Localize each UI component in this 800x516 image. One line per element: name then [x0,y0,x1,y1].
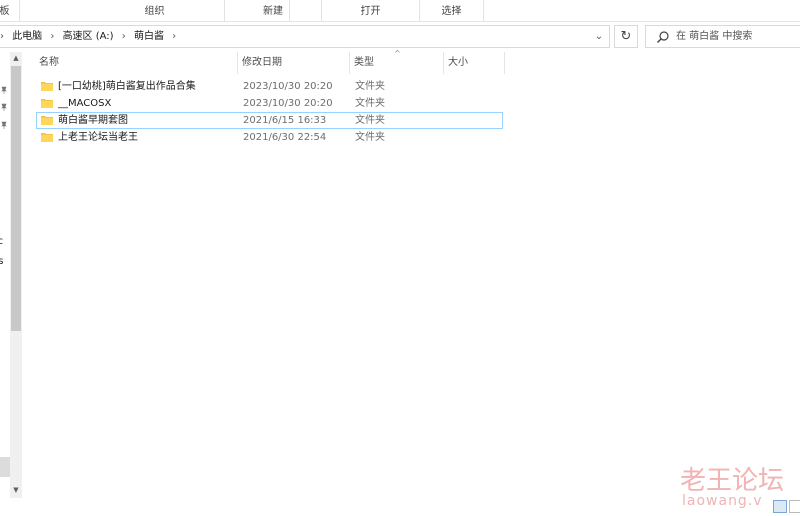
file-row[interactable]: 上老王论坛当老王 2021/6/30 22:54 文件夹 [36,129,503,146]
nav-item-partial[interactable]: ffic [0,236,3,247]
file-date: 2021/6/15 16:33 [243,115,327,126]
breadcrumb: › 此电脑 › 高速区 (A:) › 萌白酱 › [0,26,177,47]
watermark-title: 老王论坛 [680,466,785,496]
search-input[interactable] [676,26,800,47]
file-row[interactable]: 萌白酱早期套图 2021/6/15 16:33 文件夹 [36,112,503,129]
file-name: 萌白酱早期套图 [58,115,128,126]
file-date: 2021/6/30 22:54 [243,132,327,143]
ribbon-group-labels: 板 组织 新建 打开 选择 [0,0,800,22]
pin-icon[interactable] [0,103,8,111]
search-icon [657,31,669,43]
details-view-icon[interactable] [773,500,787,513]
folder-icon [41,116,53,125]
nav-item-selected[interactable] [0,457,10,477]
pin-icon[interactable] [0,121,8,129]
scroll-up-icon[interactable]: ▲ [10,52,22,64]
pin-icon[interactable] [0,86,8,94]
file-name: 上老王论坛当老王 [58,132,138,143]
nav-item-partial[interactable]: ers [0,256,3,267]
address-bar[interactable]: › 此电脑 › 高速区 (A:) › 萌白酱 › ⌄ [0,25,610,48]
folder-icon [41,133,53,142]
breadcrumb-drive-a[interactable]: 高速区 (A:) [59,26,118,47]
breadcrumb-current-folder[interactable]: 萌白酱 [130,26,168,47]
chevron-right-icon[interactable]: › [171,26,177,47]
nav-scrollbar[interactable]: ▲ ▼ [10,52,22,498]
ribbon-group-clipboard: 板 [0,0,20,22]
scrollbar-thumb[interactable] [11,66,21,331]
ribbon-group-new: 新建 [224,0,322,22]
watermark-url: laowang.v [682,493,763,509]
file-type: 文件夹 [355,81,385,92]
file-type: 文件夹 [355,115,385,126]
address-bar-row: › 此电脑 › 高速区 (A:) › 萌白酱 › ⌄ ↻ [0,22,800,52]
large-icons-view-icon[interactable] [789,500,800,513]
file-type: 文件夹 [355,98,385,109]
folder-icon [41,99,53,108]
file-name: __MACOSX [58,98,112,109]
file-name: [一口幼桃]萌白酱复出作品合集 [58,81,196,92]
sort-ascending-icon: ^ [394,49,401,58]
column-header-date[interactable]: 修改日期 [237,52,349,74]
refresh-icon[interactable]: ↻ [614,25,638,48]
file-row[interactable]: [一口幼桃]萌白酱复出作品合集 2023/10/30 20:20 文件夹 [36,78,503,95]
scroll-down-icon[interactable]: ▼ [10,484,22,496]
file-date: 2023/10/30 20:20 [243,81,333,92]
navigation-pane: ffic ers ▲ ▼ [0,52,24,498]
chevron-right-icon[interactable]: › [121,26,127,47]
column-header-size[interactable]: 大小 [443,52,505,74]
chevron-down-icon[interactable]: ⌄ [589,26,609,47]
file-type: 文件夹 [355,132,385,143]
file-row[interactable]: __MACOSX 2023/10/30 20:20 文件夹 [36,95,503,112]
ribbon-group-open: 打开 [322,0,420,22]
breadcrumb-this-pc[interactable]: 此电脑 [8,26,46,47]
search-box[interactable] [645,25,800,48]
ribbon-group-select: 选择 [420,0,484,22]
file-date: 2023/10/30 20:20 [243,98,333,109]
chevron-right-icon[interactable]: › [0,26,5,47]
column-header-name[interactable]: 名称 [35,52,237,74]
chevron-right-icon[interactable]: › [49,26,55,47]
folder-icon [41,82,53,91]
